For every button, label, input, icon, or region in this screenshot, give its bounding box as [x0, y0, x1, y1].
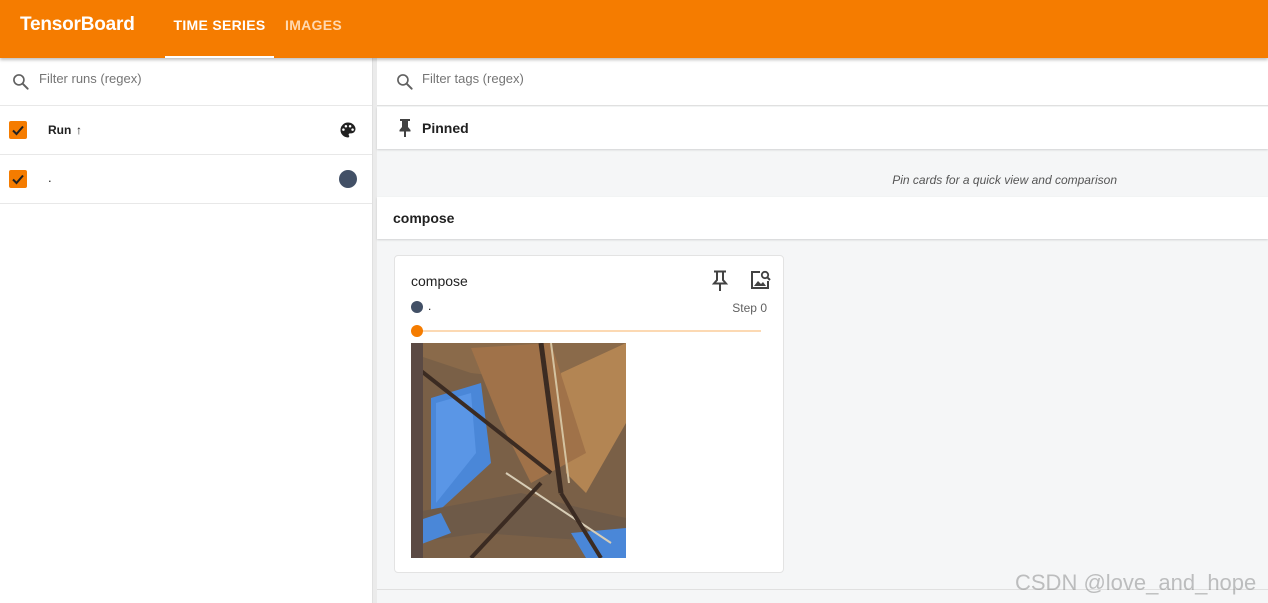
runs-table-header: Run ↑ — [0, 106, 372, 155]
runs-sidebar: Run ↑ . — [0, 58, 373, 603]
select-all-checkbox[interactable] — [9, 121, 27, 139]
runs-filter-input[interactable] — [39, 71, 339, 86]
search-icon — [397, 74, 413, 90]
tab-time-series[interactable]: TIME SERIES — [165, 0, 274, 58]
pinned-title: Pinned — [422, 120, 469, 136]
pinned-empty-note: Pin cards for a quick view and compariso… — [892, 173, 1117, 187]
sort-ascending-icon[interactable]: ↑ — [76, 123, 82, 137]
pinned-group-header: Pinned — [377, 107, 1268, 149]
app-title[interactable]: TensorBoard — [20, 14, 135, 36]
card-run-name: . — [428, 299, 432, 313]
step-slider-track[interactable] — [417, 330, 761, 332]
top-app-bar: TensorBoard TIME SERIES IMAGES — [0, 0, 1268, 58]
sample-image[interactable] — [411, 343, 626, 558]
run-color-swatch[interactable] — [339, 170, 357, 188]
run-checkbox[interactable] — [9, 170, 27, 188]
run-column-header[interactable]: Run — [48, 123, 71, 137]
step-label: Step 0 — [732, 301, 767, 315]
watermark: CSDN @love_and_hope — [1015, 570, 1257, 595]
run-row: . — [0, 155, 372, 204]
insect-image-icon — [411, 343, 626, 558]
group-title: compose — [393, 210, 455, 226]
card-run-color-dot — [411, 301, 423, 313]
runs-filter-row — [0, 58, 372, 106]
search-icon — [13, 74, 29, 90]
card-title: compose — [411, 273, 468, 289]
pin-icon — [399, 119, 411, 137]
image-card: compose . Step 0 — [394, 255, 784, 573]
tags-filter-input[interactable] — [422, 71, 722, 86]
checkmark-icon — [12, 125, 24, 136]
palette-icon[interactable] — [338, 120, 358, 140]
pin-card-icon[interactable] — [711, 270, 729, 292]
compose-group-header[interactable]: compose — [377, 197, 1268, 239]
step-slider-thumb[interactable] — [411, 325, 423, 337]
main-panel: Pinned Pin cards for a quick view and co… — [377, 58, 1268, 603]
tab-images[interactable]: IMAGES — [285, 0, 342, 58]
checkmark-icon — [12, 174, 24, 185]
image-zoom-icon[interactable] — [749, 269, 771, 291]
run-name: . — [48, 170, 52, 185]
tags-filter-row — [377, 58, 1268, 106]
